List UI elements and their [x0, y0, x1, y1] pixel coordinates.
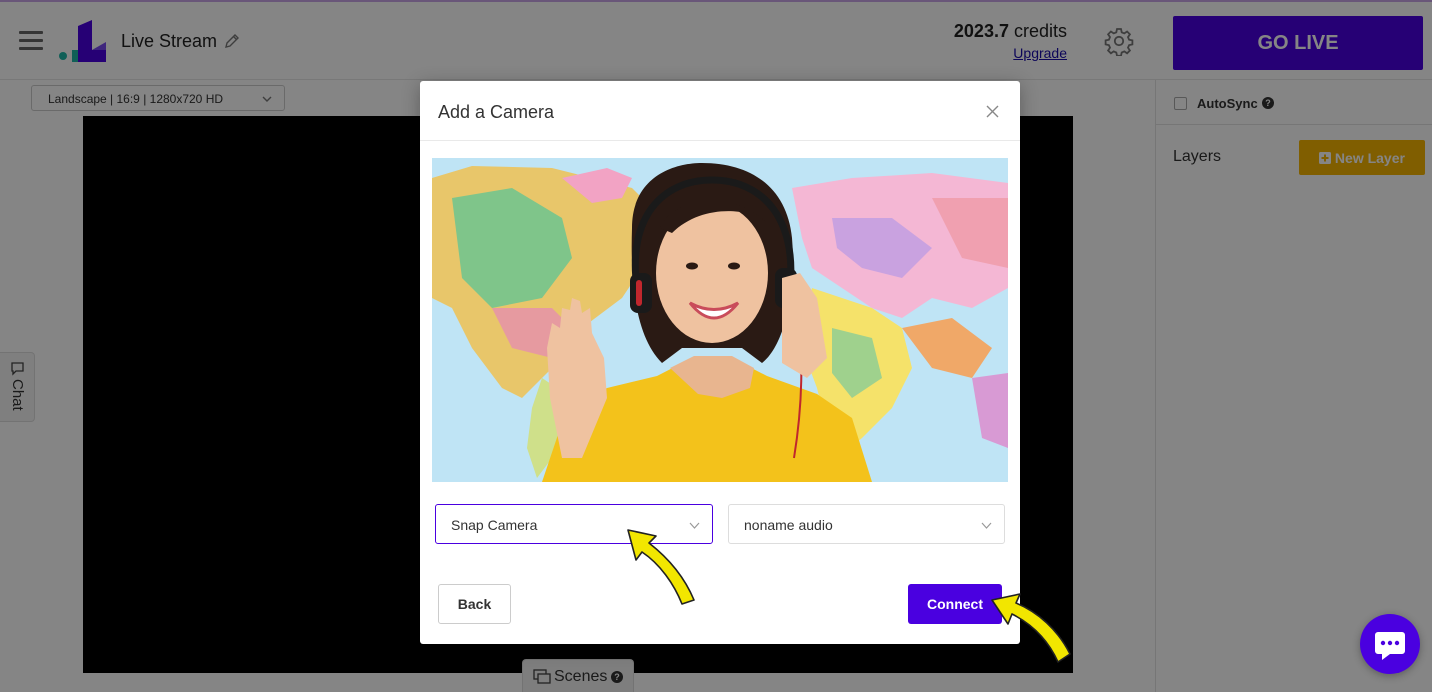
camera-preview — [432, 158, 1008, 482]
camera-select-value: Snap Camera — [451, 517, 538, 533]
chevron-down-icon — [981, 522, 992, 529]
dialog-header: Add a Camera — [420, 81, 1020, 141]
annotation-arrow — [991, 593, 1071, 663]
annotation-arrow — [627, 529, 695, 605]
add-camera-dialog: Add a Camera Snap Camera noname audio Ba… — [420, 81, 1020, 644]
chat-bubble-icon — [1375, 632, 1405, 660]
audio-select[interactable]: noname audio — [728, 504, 1005, 544]
dialog-title: Add a Camera — [438, 102, 555, 122]
audio-select-value: noname audio — [744, 517, 833, 533]
back-button[interactable]: Back — [438, 584, 511, 624]
chat-bubble-button[interactable] — [1360, 614, 1420, 674]
close-icon[interactable] — [986, 105, 999, 118]
